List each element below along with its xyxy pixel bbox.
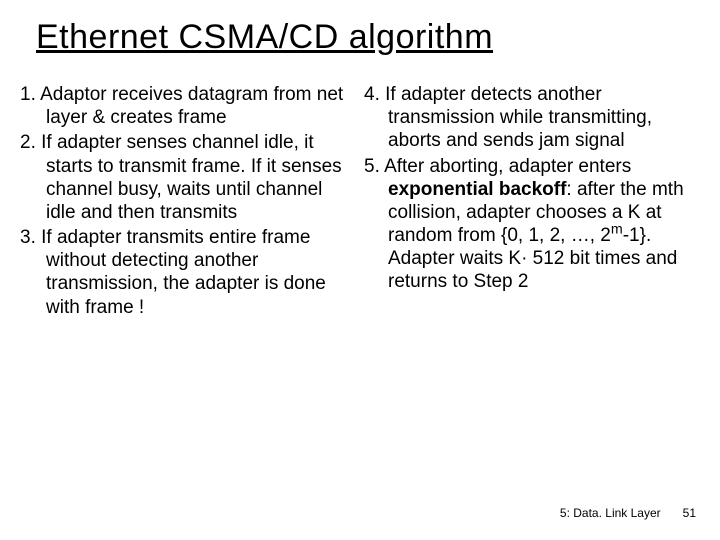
item-text-bold: exponential backoff: [388, 179, 566, 200]
slide-body: 1. Adaptor receives datagram from net la…: [0, 57, 720, 321]
slide-title: Ethernet CSMA/CD algorithm: [0, 0, 720, 57]
slide-footer: 5: Data. Link Layer 51: [560, 506, 696, 520]
list-item: 4. If adapter detects another transmissi…: [364, 83, 700, 153]
item-text: If adapter transmits entire frame withou…: [41, 227, 326, 318]
item-text: If adapter senses channel idle, it start…: [41, 132, 342, 223]
item-text-part: After aborting, adapter enters: [384, 156, 631, 177]
superscript: m: [611, 222, 623, 238]
item-text: Adaptor receives datagram from net layer…: [40, 84, 343, 128]
list-item: 3. If adapter transmits entire frame wit…: [20, 226, 356, 319]
left-column: 1. Adaptor receives datagram from net la…: [20, 83, 356, 321]
item-number: 5.: [364, 156, 384, 177]
right-column: 4. If adapter detects another transmissi…: [364, 83, 700, 321]
footer-label: 5: Data. Link Layer: [560, 506, 661, 520]
item-number: 3.: [20, 227, 41, 248]
item-number: 1.: [20, 84, 40, 105]
list-item: 5. After aborting, adapter enters expone…: [364, 155, 700, 294]
list-item: 2. If adapter senses channel idle, it st…: [20, 131, 356, 224]
list-item: 1. Adaptor receives datagram from net la…: [20, 83, 356, 129]
item-number: 4.: [364, 84, 385, 105]
item-number: 2.: [20, 132, 41, 153]
page-number: 51: [683, 506, 696, 520]
item-text: If adapter detects another transmission …: [385, 84, 652, 151]
